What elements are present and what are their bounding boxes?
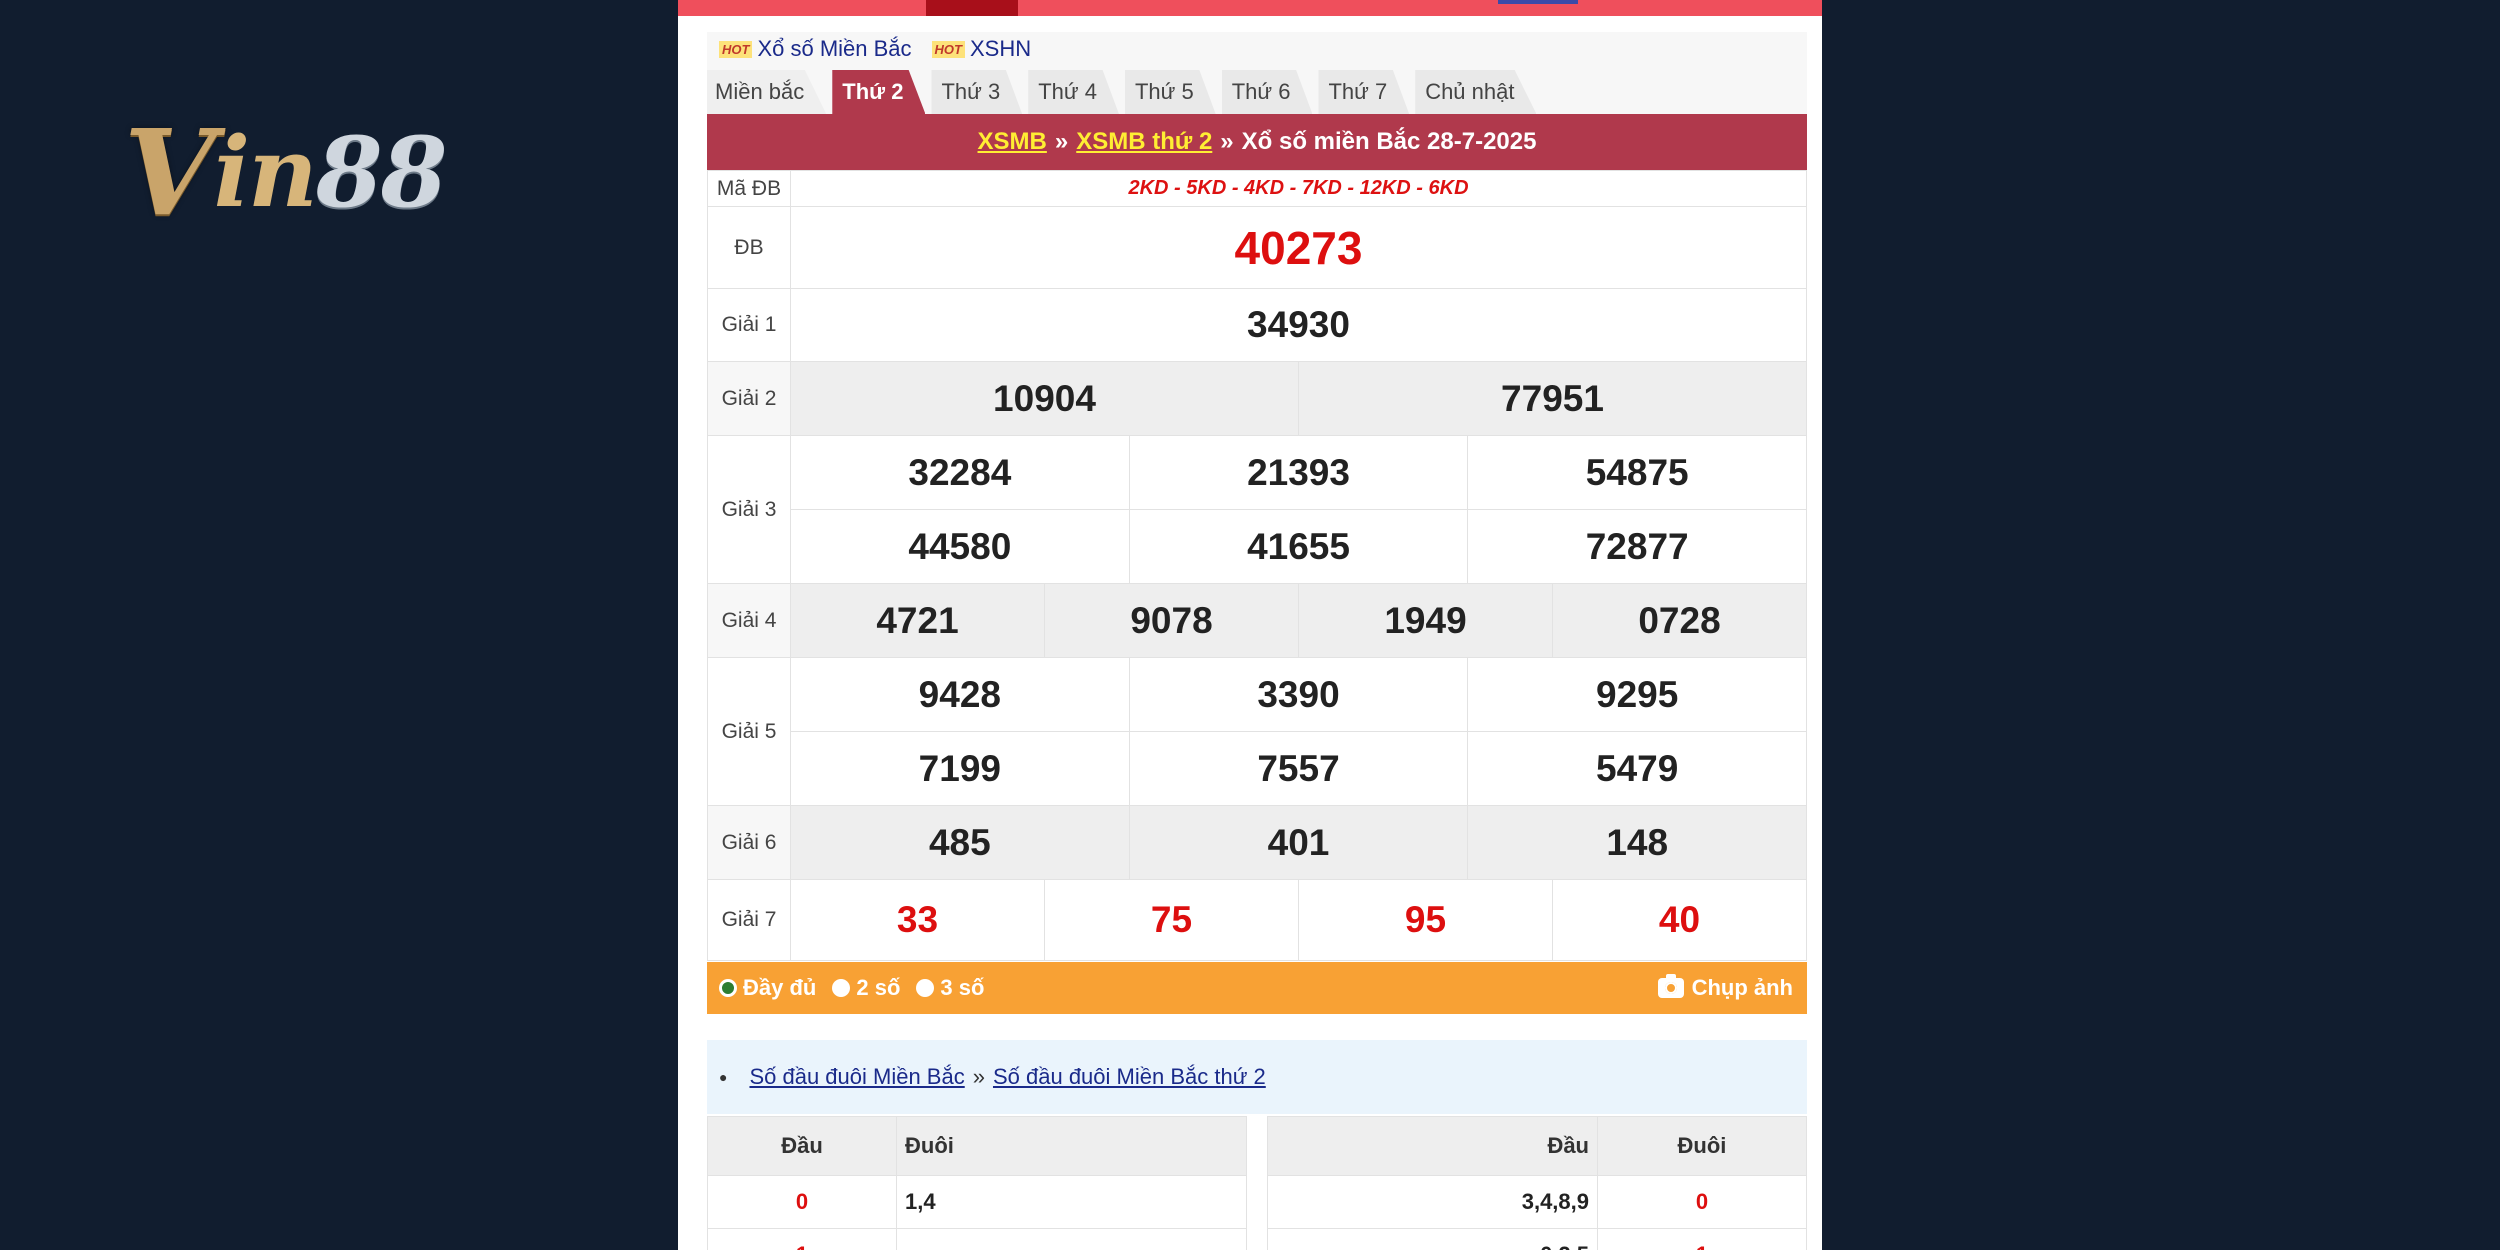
table-row: 3,4,8,9 0 [1267,1175,1807,1229]
dau-table: Đầu Đuôi 0 1,4 1 [707,1116,1247,1250]
ma-db-value: 2KD - 5KD - 4KD - 7KD - 12KD - 6KD [790,170,1807,207]
row-g7: Giải 7 33 75 95 40 [707,879,1807,961]
row-ma-db: Mã ĐB 2KD - 5KD - 4KD - 7KD - 12KD - 6KD [707,170,1807,207]
g3-number: 54875 [1467,436,1806,509]
hot-link-xsmb[interactable]: HOT Xổ số Miền Bắc [719,36,912,62]
label-g7: Giải 7 [707,879,791,961]
hot-badge: HOT [719,40,753,58]
db-value: 40273 [790,206,1807,289]
g3-number: 41655 [1128,510,1468,583]
day-tabs: Miền bắc Thứ 2 Thứ 3 Thứ 4 Thứ 5 Thứ 6 T… [707,66,1807,114]
hot-links: HOT Xổ số Miền Bắc HOT XSHN [707,32,1807,66]
g7-number: 75 [1044,880,1298,960]
snapshot-button[interactable]: Chụp ảnh [1657,974,1793,1001]
tab-mien-bac[interactable]: Miền bắc [707,70,827,114]
top-nav-bar [678,0,1822,16]
g1-value: 34930 [790,288,1807,362]
option-full[interactable]: Đầy đủ [719,975,816,1001]
label-g3: Giải 3 [707,435,791,584]
tab-thu-3[interactable]: Thứ 3 [931,70,1023,114]
g5-number: 7199 [918,747,1001,789]
tab-thu-4[interactable]: Thứ 4 [1028,70,1119,114]
g6-number: 485 [928,821,991,863]
header-duoi: Đuôi [1597,1116,1807,1176]
radio-icon[interactable] [916,979,935,997]
hot-badge: HOT [931,40,965,58]
row-g1: Giải 1 34930 [707,288,1807,362]
row-db: ĐB 40273 [707,206,1807,289]
g5-number: 5479 [1467,732,1806,805]
hot-link-xshn[interactable]: HOT XSHN [931,36,1031,62]
g2-number: 10904 [993,377,1096,419]
results-table: Mã ĐB 2KD - 5KD - 4KD - 7KD - 12KD - 6KD… [707,170,1807,961]
row-g5: Giải 5 9428 3390 9295 7199 7557 5479 [707,657,1807,806]
g5-number: 9295 [1467,658,1806,731]
g7-number: 95 [1298,880,1552,960]
g7-number: 33 [896,899,939,940]
table-row: 0 1,4 [707,1175,1247,1229]
dau-duoi-links: ● Số đầu đuôi Miền Bắc » Số đầu đuôi Miề… [707,1040,1807,1114]
radio-selected-icon[interactable] [719,979,737,997]
main-page: HOT Xổ số Miền Bắc HOT XSHN Miền bắc Thứ… [678,0,1822,1250]
label-g1: Giải 1 [707,288,791,362]
g5-number: 3390 [1128,658,1468,731]
link-so-dau-duoi-mien-bac-thu-2[interactable]: Số đầu đuôi Miền Bắc thứ 2 [993,1064,1266,1090]
label-g5: Giải 5 [707,657,791,806]
label-g6: Giải 6 [707,805,791,880]
tab-thu-5[interactable]: Thứ 5 [1124,70,1216,114]
tab-chu-nhat[interactable]: Chủ nhật [1415,70,1537,114]
g3-number: 21393 [1128,436,1468,509]
g4-number: 1949 [1298,584,1552,657]
top-nav-active-block[interactable] [926,0,1018,16]
g7-number: 40 [1552,880,1806,960]
bullet-icon: ● [719,1069,728,1085]
g5-number: 9428 [918,673,1001,715]
g4-number: 4721 [876,599,959,641]
g6-number: 401 [1128,806,1468,879]
row-g4: Giải 4 4721 9078 1949 0728 [707,583,1807,658]
header-dau: Đầu [1267,1116,1598,1176]
g2-number: 77951 [1298,362,1806,435]
row-g6: Giải 6 485 401 148 [707,805,1807,880]
label-db: ĐB [707,206,791,289]
g3-number: 32284 [908,451,1012,493]
dau-duoi-tables: Đầu Đuôi 0 1,4 1 Đầu Đuôi 3,4,8,9 [707,1116,1807,1250]
breadcrumb-xsmb-thu-2[interactable]: XSMB thứ 2 [1076,128,1212,156]
g6-number: 148 [1467,806,1806,879]
g3-number: 44580 [908,525,1012,567]
camera-icon [1657,974,1684,998]
display-options-bar: Đầy đủ 2 số 3 số Chụp ảnh [707,962,1807,1014]
content: HOT Xổ số Miền Bắc HOT XSHN Miền bắc Thứ… [707,32,1807,1250]
row-g3: Giải 3 32284 21393 54875 44580 41655 728… [707,435,1807,584]
breadcrumb-xsmb[interactable]: XSMB [978,128,1047,156]
row-g2: Giải 2 10904 77951 [707,361,1807,436]
duoi-table: Đầu Đuôi 3,4,8,9 0 0,2,5 1 [1267,1116,1807,1250]
page-title: Xổ số miền Bắc 28-7-2025 [1241,128,1537,155]
result-title: XSMB » XSMB thứ 2 » Xổ số miền Bắc 28-7-… [707,114,1807,170]
tab-thu-6[interactable]: Thứ 6 [1221,70,1313,114]
option-2-so[interactable]: 2 số [832,975,900,1001]
label-ma-db: Mã ĐB [707,170,791,207]
option-3-so[interactable]: 3 số [916,975,984,1001]
tab-thu-2[interactable]: Thứ 2 [832,70,926,114]
link-so-dau-duoi-mien-bac[interactable]: Số đầu đuôi Miền Bắc [749,1064,964,1090]
radio-icon[interactable] [832,979,851,997]
label-g4: Giải 4 [707,583,791,658]
g5-number: 7557 [1128,732,1468,805]
tab-thu-7[interactable]: Thứ 7 [1318,70,1410,114]
vin88-logo: Vin 88 [124,102,447,242]
g3-number: 72877 [1467,510,1806,583]
g4-number: 0728 [1552,584,1806,657]
header-duoi: Đuôi [896,1116,1247,1176]
header-dau: Đầu [707,1116,897,1176]
label-g2: Giải 2 [707,361,791,436]
table-row: 0,2,5 1 [1267,1228,1807,1250]
g4-number: 9078 [1044,584,1298,657]
table-row: 1 [707,1228,1247,1250]
top-nav-blue-block [1498,0,1578,4]
